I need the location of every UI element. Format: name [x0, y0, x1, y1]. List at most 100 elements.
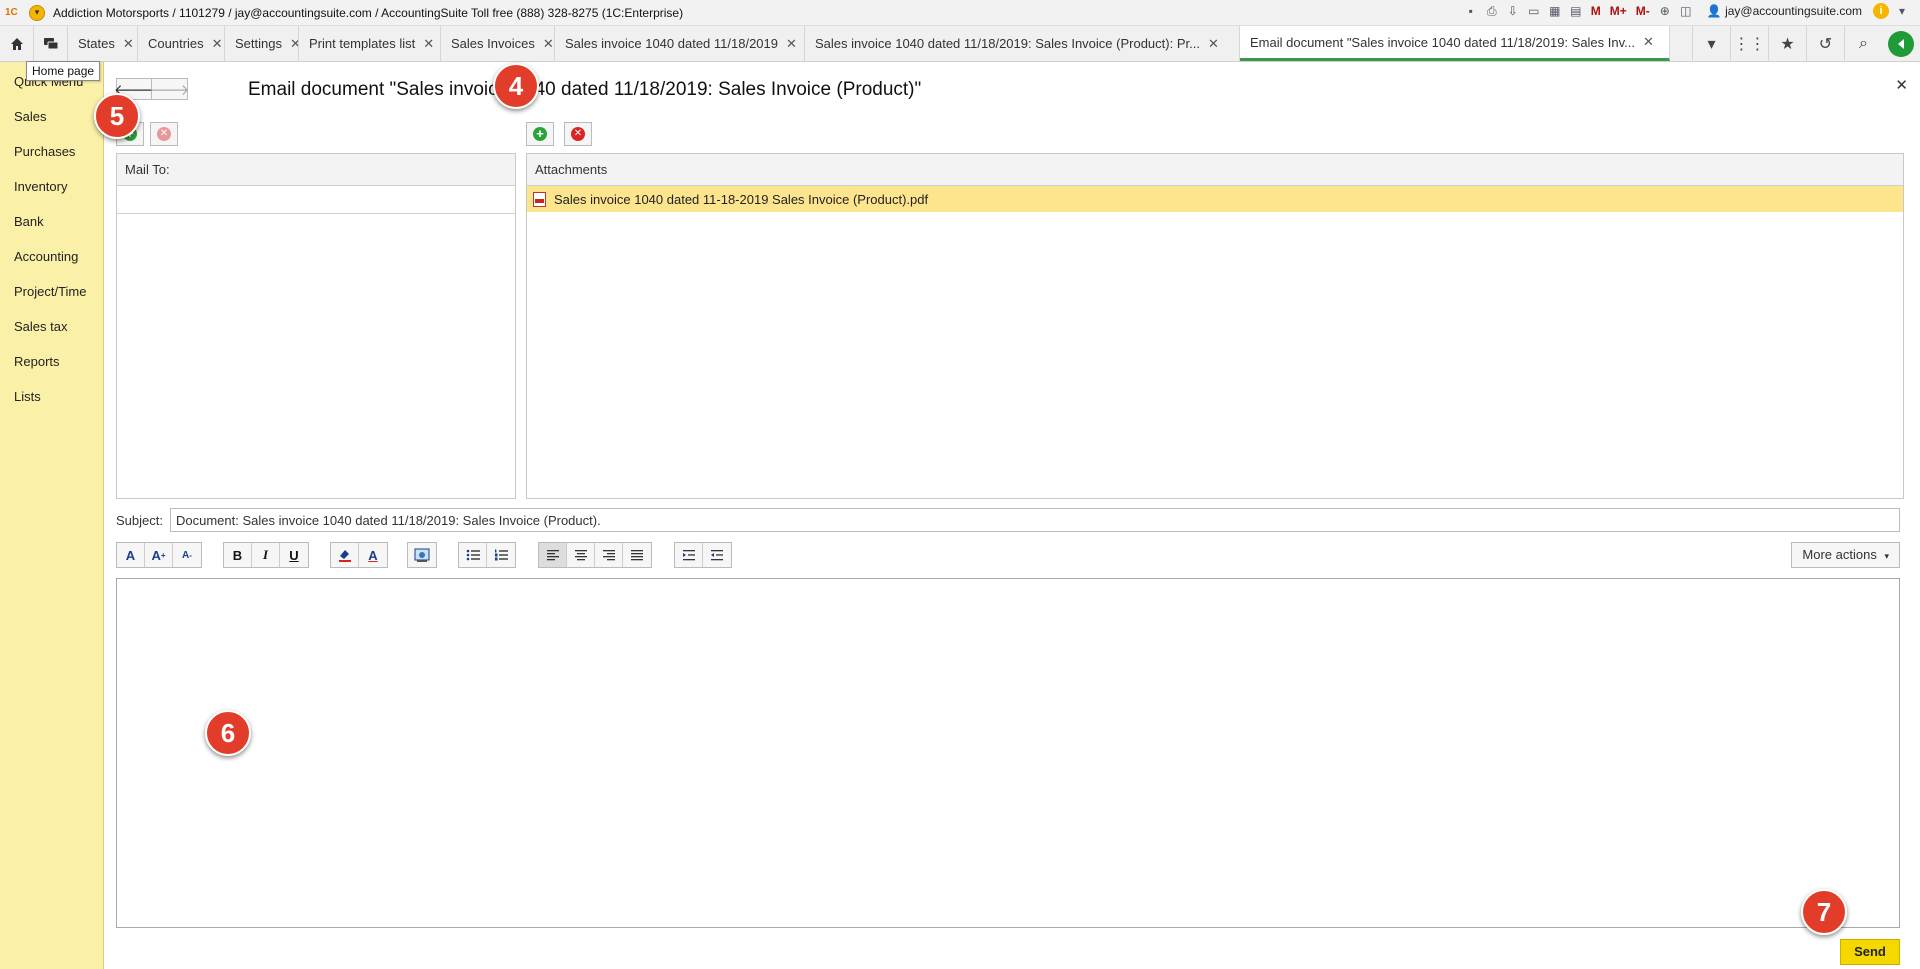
send-button[interactable]: Send [1840, 939, 1900, 965]
download-icon[interactable]: ⇩ [1505, 3, 1521, 19]
tab-bar-tools: ▾ ⋮⋮ ★ ↺ ⌕ [1692, 25, 1920, 62]
memory-plus-button[interactable]: M+ [1608, 3, 1629, 19]
sidebar-item-lists[interactable]: Lists [14, 389, 41, 404]
tab-email-document[interactable]: Email document "Sales invoice 1040 dated… [1240, 26, 1670, 61]
callout-marker: 5 [94, 93, 140, 139]
history-icon[interactable]: ↺ [1806, 25, 1844, 62]
tab-sales-invoices[interactable]: Sales Invoices ✕ [441, 26, 555, 61]
sidebar-item-project-time[interactable]: Project/Time [14, 284, 86, 299]
remove-icon: ✕ [157, 127, 171, 141]
message-body-editor[interactable] [116, 578, 1900, 928]
close-icon[interactable]: ✕ [786, 36, 797, 52]
calendar-icon[interactable]: ▤ [1568, 3, 1584, 19]
highlight-color-icon[interactable] [331, 543, 359, 567]
bulleted-list-icon[interactable] [459, 543, 487, 567]
preview-icon[interactable]: ▭ [1526, 3, 1542, 19]
underline-icon[interactable]: U [280, 543, 308, 567]
memory-minus-button[interactable]: M- [1634, 3, 1652, 19]
1c-logo-icon: 1С [5, 6, 18, 18]
attachments-table[interactable]: Attachments Sales invoice 1040 dated 11-… [526, 153, 1904, 499]
remove-icon: ✕ [571, 127, 585, 141]
zoom-icon[interactable]: ⊕ [1657, 3, 1673, 19]
mail-to-table[interactable]: Mail To: [116, 153, 516, 499]
sidebar-item-sales-tax[interactable]: Sales tax [14, 319, 67, 334]
print-icon[interactable]: ⎙ [1484, 3, 1500, 19]
navigate-arrow-icon[interactable] [1888, 30, 1914, 57]
indent-group [674, 542, 732, 568]
mail-to-header: Mail To: [117, 154, 515, 186]
close-icon[interactable]: ✕ [1643, 34, 1654, 50]
insert-picture-icon[interactable] [408, 543, 436, 567]
subject-label: Subject: [116, 513, 163, 528]
text-color-icon[interactable]: A [359, 543, 387, 567]
close-icon[interactable]: ✕ [123, 36, 134, 52]
sidebar-item-bank[interactable]: Bank [14, 214, 44, 229]
main-menu-chevron-icon[interactable]: ▾ [29, 4, 45, 21]
font-smaller-icon[interactable]: A- [173, 543, 201, 567]
align-center-icon[interactable] [567, 543, 595, 567]
close-icon[interactable]: ✕ [423, 36, 434, 52]
tab-list-chevron-icon[interactable]: ▾ [1692, 25, 1730, 62]
justify-icon[interactable] [623, 543, 651, 567]
more-actions-button[interactable]: More actions ▾ [1791, 542, 1900, 568]
callout-marker: 6 [205, 710, 251, 756]
font-size-group: A A + A- [116, 542, 202, 568]
callout-marker: 7 [1801, 889, 1847, 935]
favorites-star-icon[interactable]: ★ [1768, 25, 1806, 62]
font-larger-icon[interactable]: A + [145, 543, 173, 567]
italic-icon[interactable]: I [252, 543, 280, 567]
sidebar-item-sales[interactable]: Sales [14, 109, 47, 124]
decrease-indent-icon[interactable] [703, 543, 731, 567]
plus-icon: + [533, 127, 547, 141]
tab-states[interactable]: States ✕ [68, 26, 138, 61]
tab-sales-invoice-print[interactable]: Sales invoice 1040 dated 11/18/2019: Sal… [805, 26, 1240, 61]
attachment-filename: Sales invoice 1040 dated 11-18-2019 Sale… [554, 191, 929, 207]
font-icon[interactable]: A [117, 543, 145, 567]
info-icon[interactable]: i [1873, 3, 1889, 19]
close-icon[interactable]: ✕ [543, 36, 554, 52]
close-icon[interactable]: ✕ [1208, 36, 1219, 52]
chevron-down-icon: ▾ [1884, 551, 1889, 561]
pdf-file-icon [533, 191, 546, 207]
alignment-group [538, 542, 652, 568]
discussions-button[interactable] [34, 26, 68, 61]
tab-settings[interactable]: Settings✕ [225, 26, 299, 61]
all-functions-grid-icon[interactable]: ⋮⋮ [1730, 25, 1768, 62]
sidebar-item-reports[interactable]: Reports [14, 354, 60, 369]
tab-sales-invoice-1040[interactable]: Sales invoice 1040 dated 11/18/2019 ✕ [555, 26, 805, 61]
close-icon[interactable]: ✕ [290, 36, 298, 52]
text-style-group: B I U [223, 542, 309, 568]
title-toolbar: ▪ ⎙ ⇩ ▭ ▦ ▤ M M+ M- ⊕ ◫ 👤 jay@accounting… [1463, 3, 1910, 19]
align-right-icon[interactable] [595, 543, 623, 567]
align-left-icon[interactable] [539, 543, 567, 567]
panels-icon[interactable]: ◫ [1678, 3, 1694, 19]
page-title: Email document "Sales invoice 1040 dated… [248, 79, 922, 100]
numbered-list-icon[interactable] [487, 543, 515, 567]
add-attachment-button[interactable]: + [526, 122, 554, 146]
forward-arrow-icon[interactable]: 🡒 [149, 78, 190, 100]
close-form-icon[interactable]: ✕ [1895, 76, 1908, 94]
bold-icon[interactable]: B [224, 543, 252, 567]
home-button[interactable] [0, 26, 34, 61]
insert-image-group [407, 542, 437, 568]
home-page-tooltip: Home page [26, 61, 101, 81]
user-account[interactable]: 👤 jay@accountingsuite.com [1707, 4, 1862, 18]
sidebar-item-accounting[interactable]: Accounting [14, 249, 78, 264]
mail-to-row[interactable] [117, 186, 515, 214]
remove-attachment-button[interactable]: ✕ [564, 122, 592, 146]
tab-print-templates-list[interactable]: Print templates list ✕ [299, 26, 441, 61]
close-icon[interactable]: ✕ [212, 36, 223, 52]
attachment-row[interactable]: Sales invoice 1040 dated 11-18-2019 Sale… [527, 186, 1903, 212]
increase-indent-icon[interactable] [675, 543, 703, 567]
callout-marker: 4 [493, 63, 539, 109]
sidebar-item-inventory[interactable]: Inventory [14, 179, 67, 194]
tab-countries[interactable]: Countries ✕ [138, 26, 225, 61]
sidebar-item-purchases[interactable]: Purchases [14, 144, 75, 159]
remove-recipient-button[interactable]: ✕ [150, 122, 178, 146]
spreadsheet-icon[interactable]: ▦ [1547, 3, 1563, 19]
chevron-down-icon[interactable]: ▾ [1894, 3, 1910, 19]
save-icon[interactable]: ▪ [1463, 3, 1479, 19]
subject-input[interactable] [170, 508, 1900, 532]
memory-m-button[interactable]: M [1589, 3, 1603, 19]
search-icon[interactable]: ⌕ [1844, 25, 1882, 62]
